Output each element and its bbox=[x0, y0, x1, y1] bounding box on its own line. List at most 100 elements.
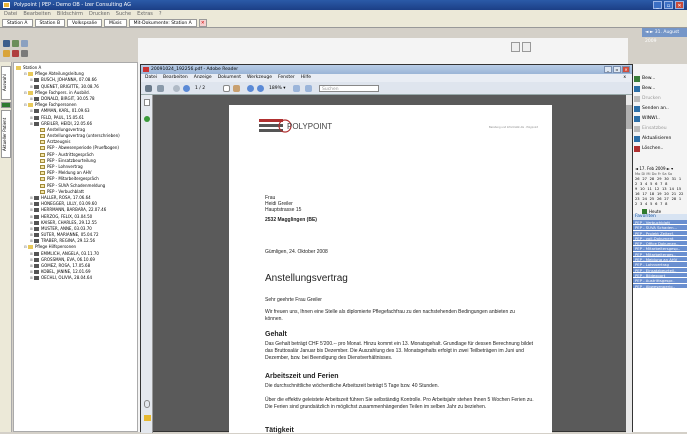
action-button[interactable]: Drucken bbox=[633, 94, 687, 104]
calendar-grid[interactable]: 26 27 28 29 30 31 12 3 4 5 6 7 89 10 11 … bbox=[633, 177, 687, 207]
acrobat-scrollbar[interactable] bbox=[626, 95, 632, 433]
tab-muesis[interactable]: Müsis bbox=[103, 19, 127, 27]
person-icon bbox=[34, 220, 39, 225]
menu-bearbeiten[interactable]: Bearbeiten bbox=[23, 10, 50, 18]
tab-mit-dokumente[interactable]: Mit-Dokumente: Station A bbox=[128, 19, 197, 27]
acrobat-minimize-button[interactable]: _ bbox=[604, 66, 612, 73]
left-toolbar bbox=[3, 38, 33, 62]
action-button[interactable]: Löschen.. bbox=[633, 144, 687, 154]
pdf-page: POLYPOINT Beratung und Informatik AG · P… bbox=[229, 105, 552, 434]
action-button[interactable]: Bew... bbox=[633, 84, 687, 94]
menu-datei[interactable]: Datei bbox=[4, 10, 17, 18]
tree-item-label: BUSCH, JOHANNA, 07.08.66 bbox=[41, 77, 97, 83]
tree-item-label: PEP - Einsatzbeurteilung bbox=[47, 157, 96, 163]
close-tab-icon[interactable]: ✕ bbox=[198, 19, 207, 27]
minimize-button[interactable]: _ bbox=[653, 1, 662, 9]
green-marker-icon bbox=[1, 102, 11, 108]
warning-icon[interactable] bbox=[3, 50, 10, 57]
tree-item-label: DONALD, BIRGIT, 30.05.78 bbox=[41, 95, 95, 101]
action-button[interactable]: Senden an.. bbox=[633, 104, 687, 114]
action-button[interactable]: Aktualisieren bbox=[633, 134, 687, 144]
menu-help[interactable]: ? bbox=[159, 10, 162, 18]
acrobat-toolbar: 1 / 2 189% ▾ Suchen bbox=[141, 82, 632, 95]
menu-suche[interactable]: Suche bbox=[116, 10, 131, 18]
grid-icon[interactable] bbox=[3, 40, 10, 47]
action-button[interactable]: WINWI.. bbox=[633, 114, 687, 124]
menu-drucken[interactable]: Drucken bbox=[89, 10, 110, 18]
stamp-icon[interactable] bbox=[12, 50, 19, 57]
hand-tool-icon[interactable] bbox=[233, 85, 240, 92]
comment-icon[interactable] bbox=[144, 415, 151, 421]
action-label: Bew... bbox=[642, 86, 656, 91]
calendar-week-row[interactable]: 2 3 4 5 6 7 8 bbox=[633, 202, 687, 207]
action-label: Aktualisieren bbox=[642, 136, 672, 141]
taetigkeit-title: Tätigkeit bbox=[265, 427, 294, 434]
tree-item-label: GOMEZ, ROSA, 17.05.68 bbox=[41, 263, 91, 268]
action-button-list: Bew... Bew... Drucken Senden an.. WINWI.. Ein… bbox=[633, 74, 687, 154]
acro-menu-werkzeuge[interactable]: Werkzeuge bbox=[247, 74, 272, 82]
fit-page-icon[interactable] bbox=[293, 85, 300, 92]
select-tool-icon[interactable] bbox=[223, 85, 230, 92]
acrobat-close-button[interactable]: ✕ bbox=[622, 66, 630, 73]
paperclip-icon[interactable] bbox=[144, 400, 150, 408]
tree-item-label: PEP - Verbuchblatt bbox=[47, 188, 84, 194]
zoom-out-icon[interactable] bbox=[247, 85, 254, 92]
print-icon[interactable] bbox=[145, 85, 152, 92]
menu-bildschirm[interactable]: Bildschirm bbox=[57, 10, 83, 18]
tab-station-b[interactable]: Station B bbox=[34, 19, 66, 27]
settings-icon[interactable] bbox=[21, 50, 28, 57]
favorit-item[interactable]: PEP - Abwesenperio.. bbox=[633, 283, 687, 289]
acro-doc-close[interactable]: x bbox=[623, 74, 626, 82]
tree-item-label: Pflege Abteilungsleitung bbox=[35, 71, 84, 77]
menu-extras[interactable]: Extras bbox=[137, 10, 153, 18]
person-icon bbox=[34, 264, 39, 268]
users-icon[interactable] bbox=[12, 40, 19, 47]
share-icon[interactable] bbox=[157, 85, 164, 92]
tree-person-item[interactable]: ⊞ OECHLI, OLIVIA, 28.04.64 bbox=[16, 275, 135, 281]
person-icon bbox=[34, 78, 39, 83]
copy-icon[interactable] bbox=[21, 40, 28, 47]
acro-menu-fenster[interactable]: Fenster bbox=[278, 74, 295, 82]
attachment-icon[interactable] bbox=[144, 116, 150, 122]
maximize-button[interactable]: ▫ bbox=[664, 1, 673, 9]
pages-icon[interactable] bbox=[144, 99, 150, 106]
person-icon bbox=[34, 251, 39, 256]
next-page-icon[interactable] bbox=[183, 85, 190, 92]
person-icon bbox=[34, 115, 39, 120]
document-icon bbox=[40, 158, 45, 163]
acro-menu-dokument[interactable]: Dokument bbox=[218, 74, 241, 82]
search-input[interactable]: Suchen bbox=[319, 85, 379, 92]
gehalt-title: Gehalt bbox=[265, 331, 287, 338]
close-button[interactable]: ✕ bbox=[675, 1, 684, 9]
tree-item-label: PEP - Austrittsgespräch bbox=[47, 151, 94, 157]
tab-volkspsalie[interactable]: Volkspsalie bbox=[67, 19, 102, 27]
date-header[interactable]: ◄ ► 31. August 2009 bbox=[642, 28, 687, 44]
action-button[interactable]: Bew... bbox=[633, 74, 687, 84]
document-icon bbox=[40, 152, 45, 157]
acrobat-titlebar: 20091024_192256.pdf - Adobe Reader _ ▫ ✕ bbox=[141, 65, 632, 74]
document-icon[interactable] bbox=[511, 42, 520, 52]
fit-width-icon[interactable] bbox=[305, 85, 312, 92]
acro-menu-datei[interactable]: Datei bbox=[145, 74, 157, 82]
tree-item-label: KOBEL, JANINE, 12.01.69 bbox=[41, 269, 91, 275]
tree-item-label: Pflege Hilfspersonen bbox=[35, 244, 77, 250]
expander-icon[interactable]: ⊞ bbox=[30, 275, 33, 281]
scroll-thumb[interactable] bbox=[626, 105, 632, 129]
acrobat-maximize-button[interactable]: ▫ bbox=[613, 66, 621, 73]
zoom-level[interactable]: 189% ▾ bbox=[269, 85, 286, 92]
print-icon[interactable] bbox=[522, 42, 531, 52]
side-tab-aktueller-patient[interactable]: Aktueller Patient bbox=[1, 110, 11, 158]
tree-item-label: OECHLI, OLIVIA, 28.04.64 bbox=[41, 275, 92, 281]
tab-station-a[interactable]: Station A bbox=[2, 19, 33, 27]
acro-menu-hilfe[interactable]: Hilfe bbox=[301, 74, 311, 82]
side-tab-auswahl[interactable]: Auswahl bbox=[1, 66, 11, 100]
prev-page-icon[interactable] bbox=[173, 85, 180, 92]
page-indicator[interactable]: 1 / 2 bbox=[195, 85, 205, 92]
zoom-in-icon[interactable] bbox=[257, 85, 264, 92]
action-icon bbox=[634, 116, 640, 122]
document-tree[interactable]: Station A ⊟ Pflege Abteilungsleitung ⊞ BUSCH… bbox=[13, 62, 138, 432]
acro-menu-anzeige[interactable]: Anzeige bbox=[194, 74, 212, 82]
acro-menu-bearbeiten[interactable]: Bearbeiten bbox=[163, 74, 188, 82]
folder-icon bbox=[28, 72, 33, 77]
action-button[interactable]: Einsatzbeu bbox=[633, 124, 687, 134]
